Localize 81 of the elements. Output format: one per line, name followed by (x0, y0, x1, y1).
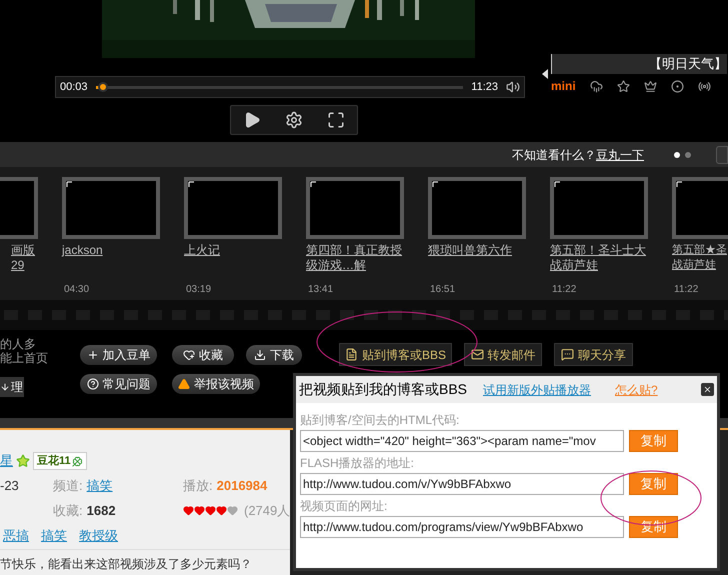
video-title-link[interactable]: 第五部★圣战葫芦娃 (672, 243, 728, 277)
fullscreen-icon[interactable] (327, 111, 345, 129)
side-button[interactable]: 理 (0, 377, 24, 397)
field-value-link[interactable]: 搞笑 (86, 476, 113, 496)
field-value: 1682 (86, 502, 116, 520)
video-title-link[interactable]: 第五部！圣斗士大战葫芦娃 (550, 243, 648, 277)
collapse-arrow-icon[interactable] (542, 69, 548, 79)
heart-plus-icon (183, 348, 195, 360)
recommend-prompt: 不知道看什么？ (512, 146, 596, 164)
play-icon[interactable] (243, 111, 261, 129)
field-value: 2016984 (216, 477, 268, 495)
uploader-link[interactable]: 星 (0, 451, 13, 471)
action-button[interactable]: 收藏 (172, 344, 234, 364)
video-title-link[interactable]: 画版29 (11, 243, 38, 277)
recommend-link[interactable]: 豆丸一下 (596, 146, 644, 164)
video-title-link[interactable]: 第四部！真正教授级游戏…解 (306, 243, 404, 277)
field-label: 视频页面的网址: (300, 498, 388, 514)
antenna-icon[interactable] (698, 80, 711, 92)
dialog-title: 把视频贴到我的博客或BBS (299, 380, 468, 399)
field-label: FLASH播放器的地址: (300, 455, 416, 471)
tag-link[interactable]: 恶搞 (3, 526, 29, 546)
settings-icon[interactable] (285, 111, 303, 129)
video-title-link[interactable]: 猥琐叫兽第六作 (428, 243, 526, 277)
share-button[interactable]: 贴到博客或BBS (339, 343, 452, 366)
embed-field[interactable]: http://www.tudou.com/programs/view/Yw9bBFAbxwo (300, 516, 624, 538)
heart-icon (227, 504, 238, 516)
chat-bubble-icon (561, 348, 574, 361)
description-text: 节快乐，能看出来这部视频涉及了多少元素吗？ (0, 556, 252, 570)
close-icon (703, 385, 712, 394)
action-button[interactable]: 常见问题 (80, 374, 157, 394)
arrow-down-icon (0, 382, 10, 392)
progress-thumb[interactable] (98, 82, 108, 92)
field-label: 频道: (53, 477, 83, 495)
vote-count: (2749人 (244, 502, 290, 520)
date-text: -23 (0, 477, 20, 495)
video-duration: 03:19 (186, 283, 212, 297)
tag-link[interactable]: 教授级 (79, 526, 118, 546)
share-button[interactable]: 聊天分享 (554, 343, 633, 366)
close-button[interactable] (701, 383, 714, 396)
heart-icon (205, 504, 216, 516)
video-title-link[interactable]: 上火记 (184, 243, 282, 277)
embed-field[interactable]: http://www.tudou.com/v/Yw9bBFAbxwo (300, 473, 624, 495)
elapsed-time: 00:03 (60, 80, 88, 95)
crown-icon[interactable] (644, 80, 657, 92)
action-button[interactable]: 举报该视频 (172, 374, 260, 394)
mini-label[interactable]: mini (551, 77, 576, 95)
field-label: 播放: (183, 477, 213, 495)
star-icon (16, 454, 30, 468)
video-duration: 11:22 (674, 283, 700, 297)
field-label: 贴到博客/空间去的HTML代码: (300, 412, 460, 428)
mail-icon (470, 348, 484, 361)
note-text: 能上首页 (0, 351, 49, 365)
heart-icon (183, 504, 194, 516)
embed-field[interactable]: <object width="420" height="363"><param name="mov (300, 430, 624, 452)
field-label: 收藏: (53, 502, 83, 520)
share-button[interactable]: 转发邮件 (464, 343, 542, 366)
action-button[interactable]: 加入豆单 (80, 344, 157, 364)
video-title-link[interactable]: jackson (62, 243, 160, 277)
level-badge: 豆花11 (33, 452, 87, 470)
plus-icon (86, 348, 98, 360)
download-icon (254, 348, 266, 360)
video-duration: 13:41 (308, 283, 334, 297)
help-icon (86, 378, 98, 390)
tag-link[interactable]: 搞笑 (41, 526, 67, 546)
video-duration: 11:22 (552, 283, 578, 297)
warning-icon (178, 378, 190, 390)
heart-icon (216, 504, 227, 516)
heart-icon (194, 504, 205, 516)
video-duration: 16:51 (430, 283, 456, 297)
document-icon (344, 348, 358, 361)
volume-icon[interactable] (506, 80, 520, 94)
action-button[interactable]: 下载 (246, 344, 302, 364)
star-icon[interactable] (616, 80, 630, 92)
clover-icon (72, 456, 83, 466)
target-icon[interactable] (670, 80, 684, 92)
try-new-player-link[interactable]: 试用新版外贴播放器 (483, 380, 592, 398)
rain-cloud-icon[interactable] (590, 80, 603, 92)
note-text: 的人多 (0, 337, 37, 351)
weather-title: 【明日天气】 (551, 54, 727, 74)
duration-time: 11:23 (471, 80, 498, 95)
video-duration: 04:30 (64, 283, 90, 297)
